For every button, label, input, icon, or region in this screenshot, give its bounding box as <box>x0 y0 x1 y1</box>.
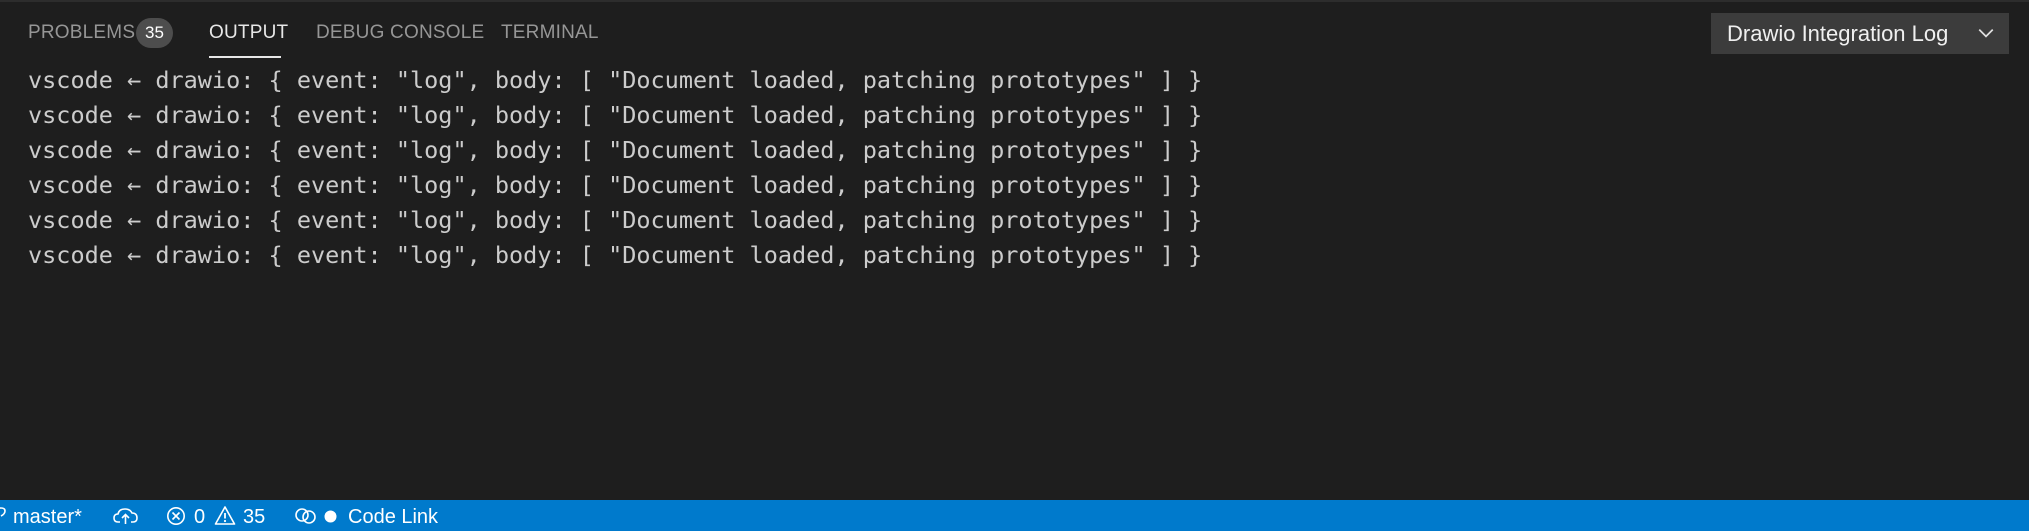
tab-debug-console-label: DEBUG CONSOLE <box>316 22 485 43</box>
cloud-sync-icon <box>113 508 138 524</box>
status-bar: master* 0 35 Code Link <box>0 500 2029 531</box>
output-channel-value: Drawio Integration Log <box>1727 21 1949 46</box>
branch-name: master* <box>13 506 82 528</box>
tab-problems-label: PROBLEMS <box>28 22 136 43</box>
log-line: vscode ← drawio: { event: "log", body: [… <box>28 66 1203 94</box>
log-line: vscode ← drawio: { event: "log", body: [… <box>28 101 1203 129</box>
tab-output[interactable]: OUTPUT <box>209 2 288 60</box>
sync-status[interactable] <box>113 500 139 531</box>
dot-icon <box>324 510 337 523</box>
tab-problems[interactable]: PROBLEMS <box>28 2 135 60</box>
log-line: vscode ← drawio: { event: "log", body: [… <box>28 136 1203 164</box>
problems-count-badge: 35 <box>136 18 173 48</box>
error-icon <box>167 507 185 525</box>
tab-terminal[interactable]: TERMINAL <box>501 2 599 60</box>
chevron-down-icon <box>1978 29 1994 38</box>
panel-tab-bar: PROBLEMS 35 OUTPUT DEBUG CONSOLE TERMINA… <box>0 2 2029 60</box>
tab-terminal-label: TERMINAL <box>501 22 599 43</box>
log-line: vscode ← drawio: { event: "log", body: [… <box>28 206 1203 234</box>
log-line: vscode ← drawio: { event: "log", body: [… <box>28 171 1203 199</box>
output-log: vscode ← drawio: { event: "log", body: [… <box>28 63 1928 273</box>
output-channel-select[interactable]: Drawio Integration Log <box>1711 13 2009 54</box>
log-line: vscode ← drawio: { event: "log", body: [… <box>28 241 1203 269</box>
tab-debug-console[interactable]: DEBUG CONSOLE <box>316 2 484 60</box>
link-icon <box>295 508 316 524</box>
branch-icon <box>0 507 6 517</box>
error-count: 0 <box>194 506 206 528</box>
code-link-label: Code Link <box>348 506 439 528</box>
warning-count: 35 <box>243 506 266 528</box>
active-tab-indicator <box>209 56 281 58</box>
tab-output-label: OUTPUT <box>209 22 289 43</box>
warning-icon <box>214 506 236 525</box>
output-panel: PROBLEMS 35 OUTPUT DEBUG CONSOLE TERMINA… <box>0 0 2029 500</box>
